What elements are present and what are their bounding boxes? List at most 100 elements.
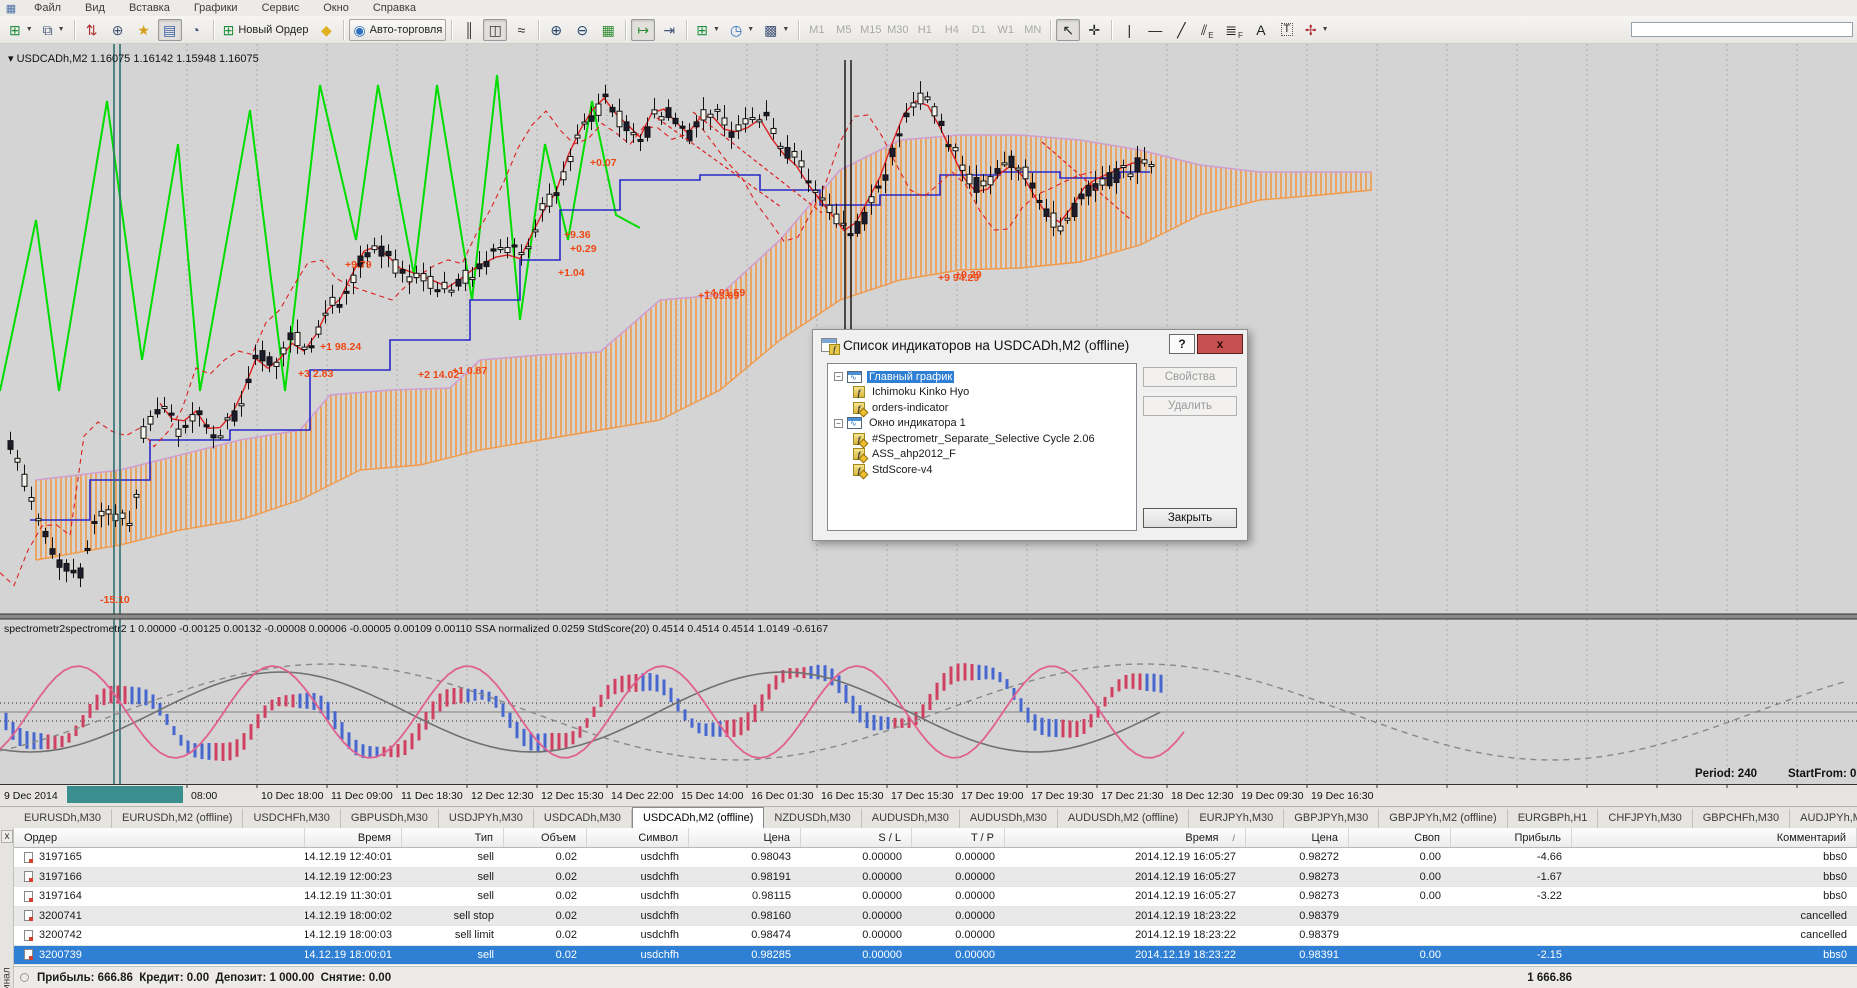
data-window-button[interactable]: ⊕ — [106, 19, 130, 41]
tree-item-1[interactable]: Ichimoku Kinko Hyo — [828, 385, 1136, 401]
column-header-0[interactable]: Ордер — [14, 828, 305, 847]
chart-tab-4[interactable]: USDJPYh,M30 — [439, 809, 534, 828]
chart-tab-2[interactable]: USDCHFh,M30 — [243, 809, 340, 828]
chart-tab-6[interactable]: USDCADh,M2 (offline) — [632, 807, 764, 828]
bar-chart-button[interactable]: ║ — [457, 19, 481, 41]
menu-item-4[interactable]: Сервис — [250, 1, 312, 15]
chart-tab-9[interactable]: AUDUSDh,M30 — [960, 809, 1058, 828]
new-chart-button[interactable]: ⊞▼ — [5, 19, 37, 41]
chart-tab-7[interactable]: NZDUSDh,M30 — [764, 809, 861, 828]
menu-item-5[interactable]: Окно — [311, 1, 361, 15]
menu-item-6[interactable]: Справка — [361, 1, 428, 15]
menu-item-1[interactable]: Вид — [73, 1, 117, 15]
indicators-button[interactable]: ⊞▼ — [692, 19, 724, 41]
strategy-tester-button[interactable]: ◔ — [184, 19, 208, 41]
auto-scroll-button[interactable]: ↦ — [631, 19, 655, 41]
menu-item-0[interactable]: Файл — [22, 1, 73, 15]
timeframe-mn-button[interactable]: MN — [1019, 21, 1046, 39]
column-header-10[interactable]: Своп — [1349, 828, 1451, 847]
chart-tab-3[interactable]: GBPUSDh,M30 — [341, 809, 439, 828]
chart-tab-10[interactable]: AUDUSDh,M2 (offline) — [1058, 809, 1189, 828]
cursor-button[interactable]: ↖ — [1056, 19, 1080, 41]
tile-windows-button[interactable]: ▦ — [596, 19, 620, 41]
chart-tab-15[interactable]: CHFJPYh,M30 — [1598, 809, 1692, 828]
column-header-3[interactable]: Объем — [504, 828, 587, 847]
timeframe-m15-button[interactable]: M15 — [857, 21, 884, 39]
new-order-button[interactable]: ⊞Новый Ордер — [219, 19, 313, 41]
trendline-button[interactable]: ╱ — [1169, 19, 1193, 41]
chart-tab-1[interactable]: EURUSDh,M2 (offline) — [112, 809, 243, 828]
timeframe-w1-button[interactable]: W1 — [992, 21, 1019, 39]
properties-button[interactable]: Свойства — [1143, 367, 1237, 387]
zoom-in-button[interactable]: ⊕ — [544, 19, 568, 41]
profiles-button[interactable]: ⧉▼ — [39, 19, 69, 41]
chart-tab-0[interactable]: EURUSDh,M30 — [14, 809, 112, 828]
candlestick-chart-button[interactable]: ◫ — [483, 19, 507, 41]
chart-shift-button[interactable]: ⇥ — [657, 19, 681, 41]
dialog-help-button[interactable]: ? — [1169, 334, 1195, 354]
metaeditor-button[interactable]: ◆ — [314, 19, 338, 41]
column-header-5[interactable]: Цена — [689, 828, 801, 847]
arrows-button[interactable]: ✢▼ — [1301, 19, 1333, 41]
chart-tab-5[interactable]: USDCADh,M30 — [534, 809, 632, 828]
timeframe-m5-button[interactable]: M5 — [830, 21, 857, 39]
tree-item-3[interactable]: −Окно индикатора 1 — [828, 416, 1136, 432]
column-header-6[interactable]: S / L — [801, 828, 912, 847]
zoom-out-button[interactable]: ⊖ — [570, 19, 594, 41]
crosshair-button[interactable]: ✛ — [1082, 19, 1106, 41]
tree-expander-icon[interactable]: − — [834, 419, 843, 428]
table-row[interactable]: 32007392014.12.19 18:00:01sell0.02usdchf… — [14, 946, 1857, 966]
close-button[interactable]: Закрыть — [1143, 508, 1237, 528]
vertical-line-button[interactable]: | — [1117, 19, 1141, 41]
tree-item-2[interactable]: orders-indicator — [828, 400, 1136, 416]
chart-tab-12[interactable]: GBPJPYh,M30 — [1284, 809, 1379, 828]
chart-tab-13[interactable]: GBPJPYh,M2 (offline) — [1379, 809, 1507, 828]
auto-trading-button[interactable]: ◉Авто-торговля — [349, 19, 446, 41]
terminal-button[interactable]: ▤ — [158, 19, 182, 41]
chart-tab-14[interactable]: EURGBPh,H1 — [1508, 809, 1599, 828]
terminal-close-icon[interactable]: x — [1, 830, 13, 843]
table-row[interactable]: 31971652014.12.19 12:40:01sell0.02usdchf… — [14, 848, 1857, 868]
dialog-close-icon[interactable]: x — [1197, 334, 1243, 354]
menu-item-2[interactable]: Вставка — [117, 1, 182, 15]
chart-tab-16[interactable]: GBPCHFh,M30 — [1693, 809, 1790, 828]
column-header-12[interactable]: Комментарий — [1572, 828, 1857, 847]
table-row[interactable]: 31971662014.12.19 12:00:23sell0.02usdchf… — [14, 868, 1857, 888]
tree-expander-icon[interactable]: − — [834, 372, 843, 381]
tree-item-4[interactable]: #Spectrometr_Separate_Selective Cycle 2.… — [828, 431, 1136, 447]
timeframe-d1-button[interactable]: D1 — [965, 21, 992, 39]
equidistant-channel-button[interactable]: ⫽E — [1195, 19, 1219, 41]
timeframe-m30-button[interactable]: M30 — [884, 21, 911, 39]
timeframe-h4-button[interactable]: H4 — [938, 21, 965, 39]
column-header-4[interactable]: Символ — [587, 828, 689, 847]
market-watch-button[interactable]: ⇅ — [80, 19, 104, 41]
navigator-button[interactable]: ★ — [132, 19, 156, 41]
chart-tab-17[interactable]: AUDJPYh,M30 — [1790, 809, 1857, 828]
table-row[interactable]: 31971642014.12.19 11:30:01sell0.02usdchf… — [14, 887, 1857, 907]
tree-item-0[interactable]: −Главный график — [828, 369, 1136, 385]
chart-tab-11[interactable]: EURJPYh,M30 — [1189, 809, 1284, 828]
templates-button[interactable]: ▩▼ — [760, 19, 793, 41]
column-header-8[interactable]: Время/ — [1005, 828, 1246, 847]
text-label-button[interactable]: T — [1275, 19, 1299, 41]
tree-item-6[interactable]: StdScore-v4 — [828, 462, 1136, 478]
timeframe-h1-button[interactable]: H1 — [911, 21, 938, 39]
table-row[interactable]: 32007412014.12.19 18:00:02sell stop0.02u… — [14, 907, 1857, 927]
column-header-7[interactable]: T / P — [912, 828, 1005, 847]
tree-item-5[interactable]: ASS_ahp2012_F — [828, 447, 1136, 463]
search-input[interactable] — [1631, 22, 1853, 37]
column-header-11[interactable]: Прибыль — [1451, 828, 1572, 847]
table-row[interactable]: 32007422014.12.19 18:00:03sell limit0.02… — [14, 926, 1857, 946]
line-chart-button[interactable]: ≈ — [509, 19, 533, 41]
text-button[interactable]: A — [1249, 19, 1273, 41]
horizontal-line-button[interactable]: — — [1143, 19, 1167, 41]
chart-tab-8[interactable]: AUDUSDh,M30 — [862, 809, 960, 828]
column-header-2[interactable]: Тип — [402, 828, 504, 847]
orders-table-header[interactable]: ОрдерВремяТипОбъемСимволЦенаS / LT / PВр… — [14, 828, 1857, 848]
column-header-9[interactable]: Цена — [1246, 828, 1349, 847]
column-header-1[interactable]: Время — [305, 828, 402, 847]
fibonacci-button[interactable]: ≣F — [1221, 19, 1247, 41]
delete-button[interactable]: Удалить — [1143, 396, 1237, 416]
menu-item-3[interactable]: Графики — [182, 1, 250, 15]
periods-button[interactable]: ◷▼ — [726, 19, 758, 41]
